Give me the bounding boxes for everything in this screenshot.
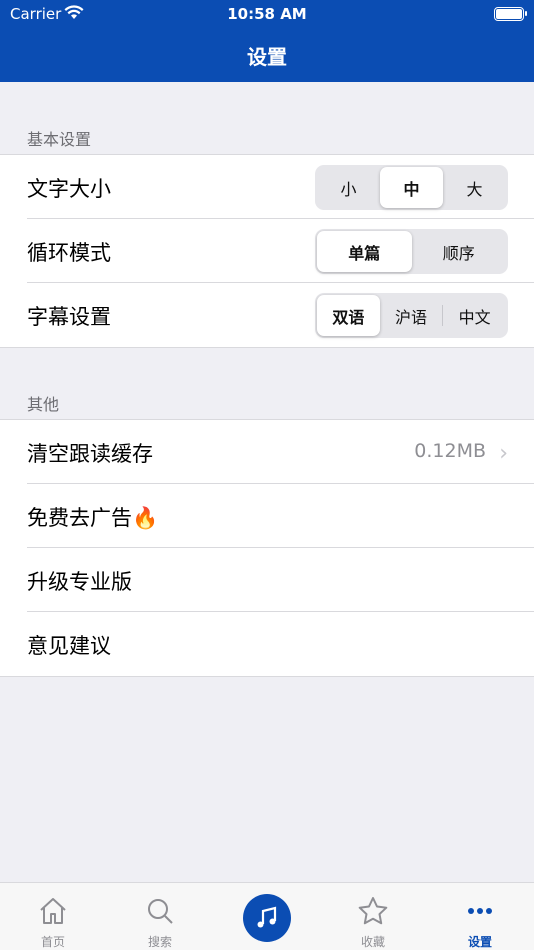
player-button[interactable] [243, 894, 291, 942]
upgrade-pro-label: 升级专业版 [27, 570, 132, 594]
loop-mode-row: 循环模式 单篇 顺序 [27, 219, 534, 283]
subtitle-segmented-control: 双语 沪语 中文 [315, 293, 508, 338]
navigation-bar: Carrier 10:58 AM 设置 [0, 0, 534, 82]
chevron-right-icon: › [499, 441, 508, 466]
font-size-segmented-control: 小 中 大 [315, 165, 508, 210]
section-header-other: 其他 [27, 395, 60, 414]
feedback-label: 意见建议 [27, 634, 111, 658]
cache-size-value: 0.12MB [414, 440, 486, 462]
remove-ads-label: 免费去广告🔥 [27, 506, 159, 530]
loop-mode-segmented-control: 单篇 顺序 [315, 229, 508, 274]
page-title: 设置 [247, 45, 287, 69]
basic-settings-group: 文字大小 小 中 大 循环模式 单篇 顺序 字幕设置 双语 沪语 中文 [0, 154, 534, 348]
clear-cache-label: 清空跟读缓存 [27, 442, 153, 466]
home-icon [40, 898, 66, 924]
feedback-row[interactable]: 意见建议 [27, 612, 534, 676]
subtitle-row: 字幕设置 双语 沪语 中文 [27, 283, 534, 347]
status-bar: Carrier 10:58 AM [0, 0, 534, 28]
search-icon [148, 899, 173, 924]
tab-search-label: 搜索 [147, 935, 172, 949]
status-time: 10:58 AM [227, 5, 307, 23]
font-size-option-small[interactable]: 小 [317, 167, 380, 208]
subtitle-label: 字幕设置 [27, 305, 111, 329]
tab-settings-label: 设置 [467, 935, 492, 949]
more-dots-icon [468, 908, 492, 914]
subtitle-option-shanghainese[interactable]: 沪语 [380, 295, 443, 336]
star-icon [358, 897, 388, 925]
tab-search[interactable]: 搜索 [120, 883, 200, 950]
loop-mode-option-sequential[interactable]: 顺序 [412, 231, 507, 272]
subtitle-option-chinese[interactable]: 中文 [443, 295, 506, 336]
battery-icon [494, 7, 527, 21]
loop-mode-label: 循环模式 [27, 241, 111, 265]
tab-favorites-label: 收藏 [360, 935, 385, 949]
font-size-option-medium[interactable]: 中 [380, 167, 443, 208]
other-settings-group: 清空跟读缓存 0.12MB › 免费去广告🔥 升级专业版 意见建议 [0, 419, 534, 677]
font-size-row: 文字大小 小 中 大 [27, 155, 534, 219]
tab-favorites[interactable]: 收藏 [333, 883, 413, 950]
subtitle-option-bilingual[interactable]: 双语 [317, 295, 380, 336]
tab-home-label: 首页 [40, 935, 65, 949]
loop-mode-option-single[interactable]: 单篇 [317, 231, 412, 272]
upgrade-pro-row[interactable]: 升级专业版 [27, 548, 534, 612]
tab-settings[interactable]: 设置 [440, 883, 520, 950]
clear-cache-row[interactable]: 清空跟读缓存 0.12MB › [27, 420, 534, 484]
font-size-option-large[interactable]: 大 [443, 167, 506, 208]
section-header-basic: 基本设置 [27, 130, 92, 149]
remove-ads-row[interactable]: 免费去广告🔥 [27, 484, 534, 548]
font-size-label: 文字大小 [27, 177, 111, 201]
music-note-icon [257, 906, 277, 928]
tab-home[interactable]: 首页 [13, 883, 93, 950]
